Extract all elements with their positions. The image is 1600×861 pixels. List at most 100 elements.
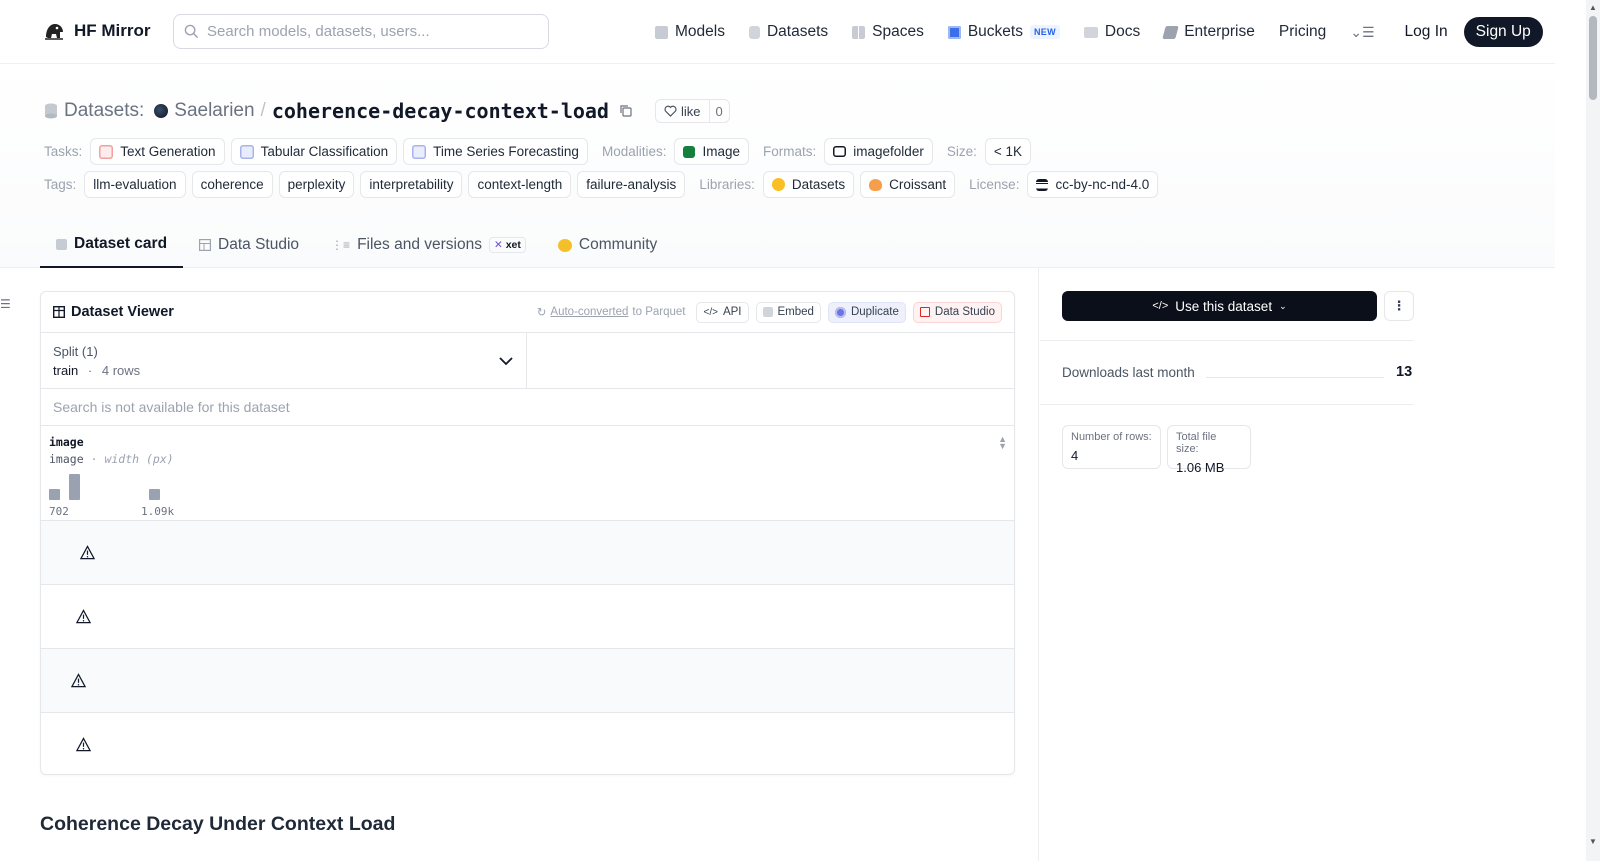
size-label: Size: <box>946 144 977 159</box>
table-row[interactable] <box>41 521 1014 585</box>
rows-stat: Number of rows: 4 <box>1062 425 1161 469</box>
format-tag-label: imagefolder <box>853 144 924 159</box>
tag-chip[interactable]: context-length <box>468 171 572 198</box>
signup-label: Sign Up <box>1475 23 1531 40</box>
task-tag-tabular-classification[interactable]: Tabular Classification <box>230 138 398 165</box>
auto-converted-link[interactable]: Auto-converted <box>550 306 628 318</box>
tag-chip[interactable]: coherence <box>191 171 273 198</box>
search-input[interactable] <box>207 23 527 40</box>
embed-button[interactable]: Embed <box>755 301 821 323</box>
repo-type-label: Datasets: <box>64 100 145 121</box>
table-row[interactable] <box>41 713 1014 774</box>
search-icon <box>184 24 199 39</box>
meta-row-tasks: Tasks: Text Generation Tabular Classific… <box>44 138 1031 165</box>
chevron-down-icon[interactable] <box>498 353 514 369</box>
format-tag-imagefolder[interactable]: imagefolder <box>824 138 933 165</box>
sort-icon[interactable]: ▲ ▼ <box>998 435 1007 451</box>
table-row[interactable] <box>41 585 1014 649</box>
library-tag-datasets[interactable]: Datasets <box>762 171 855 198</box>
modality-tag-image[interactable]: Image <box>674 138 750 165</box>
scroll-up-icon[interactable]: ▲ <box>1589 3 1597 12</box>
repo-title-row: Datasets: Saelarien / coherence-decay-co… <box>44 99 730 123</box>
more-options-button[interactable]: ⋮ <box>1384 291 1414 321</box>
library-tag-croissant[interactable]: Croissant <box>860 171 956 198</box>
more-menu-button[interactable]: ⌄☰ <box>1350 24 1374 41</box>
api-button-label: API <box>722 306 742 318</box>
tab-files-and-versions[interactable]: ⋮≡ Files and versions ✕ xet <box>315 222 542 268</box>
tag-chip[interactable]: interpretability <box>360 171 463 198</box>
size-tag[interactable]: < 1K <box>984 138 1031 165</box>
tab-community[interactable]: Community <box>542 222 673 268</box>
tab-dataset-card[interactable]: Dataset card <box>40 222 184 268</box>
api-button[interactable]: </> API <box>696 301 749 323</box>
task-tag-label: Tabular Classification <box>260 144 389 159</box>
column-type-label: image <box>49 452 84 466</box>
repo-owner-link[interactable]: Saelarien <box>174 100 254 122</box>
nav-enterprise[interactable]: Enterprise <box>1162 23 1255 41</box>
time-series-icon <box>412 144 427 159</box>
histogram-bar[interactable] <box>69 474 80 500</box>
column-histogram[interactable] <box>49 470 189 500</box>
license-tag-label: cc-by-nc-nd-4.0 <box>1055 177 1150 192</box>
toc-toggle-icon[interactable]: ☰ <box>0 297 11 311</box>
xet-badge-label: xet <box>505 239 521 251</box>
like-toggle[interactable]: like <box>656 100 710 122</box>
spaces-grid-icon <box>852 25 866 39</box>
tag-chip-label: context-length <box>477 177 563 192</box>
tab-label: Community <box>578 236 658 253</box>
tab-label: Files and versions <box>357 236 482 253</box>
use-this-dataset-button[interactable]: </> Use this dataset ⌄ <box>1062 291 1377 321</box>
histogram-bar[interactable] <box>149 489 160 500</box>
nav-spaces[interactable]: Spaces <box>852 23 924 41</box>
global-search[interactable] <box>173 14 549 49</box>
size-tag-label: < 1K <box>993 144 1022 159</box>
duplicate-icon <box>834 306 846 318</box>
login-link[interactable]: Log In <box>1405 23 1448 41</box>
page-scrollbar[interactable]: ▲ ▼ <box>1586 0 1600 861</box>
repo-name-link[interactable]: coherence-decay-context-load <box>272 99 609 123</box>
downloads-value: 13 <box>1396 364 1413 380</box>
code-icon: </> <box>703 306 718 318</box>
license-tag[interactable]: cc-by-nc-nd-4.0 <box>1027 171 1159 198</box>
auto-converted-note: ↻ Auto-converted to Parquet <box>537 305 686 319</box>
table-row[interactable] <box>41 649 1014 713</box>
xet-badge: ✕ xet <box>488 237 526 253</box>
warning-icon <box>71 673 86 688</box>
task-tag-text-generation[interactable]: Text Generation <box>90 138 225 165</box>
nav-buckets[interactable]: Buckets NEW <box>947 23 1060 41</box>
data-studio-button[interactable]: Data Studio <box>912 301 1002 323</box>
viewer-header: Dataset Viewer ↻ Auto-converted to Parqu… <box>41 292 1014 333</box>
scroll-thumb[interactable] <box>1589 16 1597 100</box>
nav-docs[interactable]: Docs <box>1083 23 1140 41</box>
task-tag-label: Time Series Forecasting <box>433 144 579 159</box>
tag-chip[interactable]: llm-evaluation <box>84 171 186 198</box>
like-count[interactable]: 0 <box>710 104 729 119</box>
image-icon <box>683 145 696 158</box>
column-type-note: width (px) <box>104 452 174 466</box>
task-tag-time-series[interactable]: Time Series Forecasting <box>403 138 588 165</box>
tag-chip-label: perplexity <box>287 177 346 192</box>
modality-tag-label: Image <box>702 144 741 159</box>
brand-link[interactable]: HF Mirror <box>42 19 151 43</box>
tag-chip[interactable]: perplexity <box>278 171 355 198</box>
data-studio-icon <box>919 307 930 317</box>
scroll-down-icon[interactable]: ▼ <box>1589 837 1597 846</box>
split-separator: · <box>87 363 93 378</box>
nav-pricing[interactable]: Pricing <box>1279 23 1326 41</box>
nav-models[interactable]: Models <box>655 23 725 41</box>
filesize-stat: Total file size: 1.06 MB <box>1167 425 1251 475</box>
split-selector[interactable]: Split (1) train · 4 rows <box>41 333 527 388</box>
nav-datasets[interactable]: Datasets <box>748 23 828 41</box>
split-label: Split (1) <box>53 344 98 359</box>
duplicate-button[interactable]: Duplicate <box>827 301 906 323</box>
signup-button[interactable]: Sign Up <box>1463 17 1543 47</box>
tab-data-studio[interactable]: Data Studio <box>183 222 315 268</box>
code-icon: </> <box>1152 300 1169 312</box>
like-button[interactable]: like 0 <box>654 99 730 123</box>
chevron-down-icon: ⌄ <box>1279 300 1287 311</box>
top-navbar: HF Mirror Models Datasets Spaces Buckets… <box>0 0 1555 64</box>
histogram-bar[interactable] <box>49 489 60 500</box>
license-label: License: <box>969 177 1020 192</box>
copy-icon[interactable] <box>619 104 633 118</box>
tag-chip[interactable]: failure-analysis <box>577 171 686 198</box>
